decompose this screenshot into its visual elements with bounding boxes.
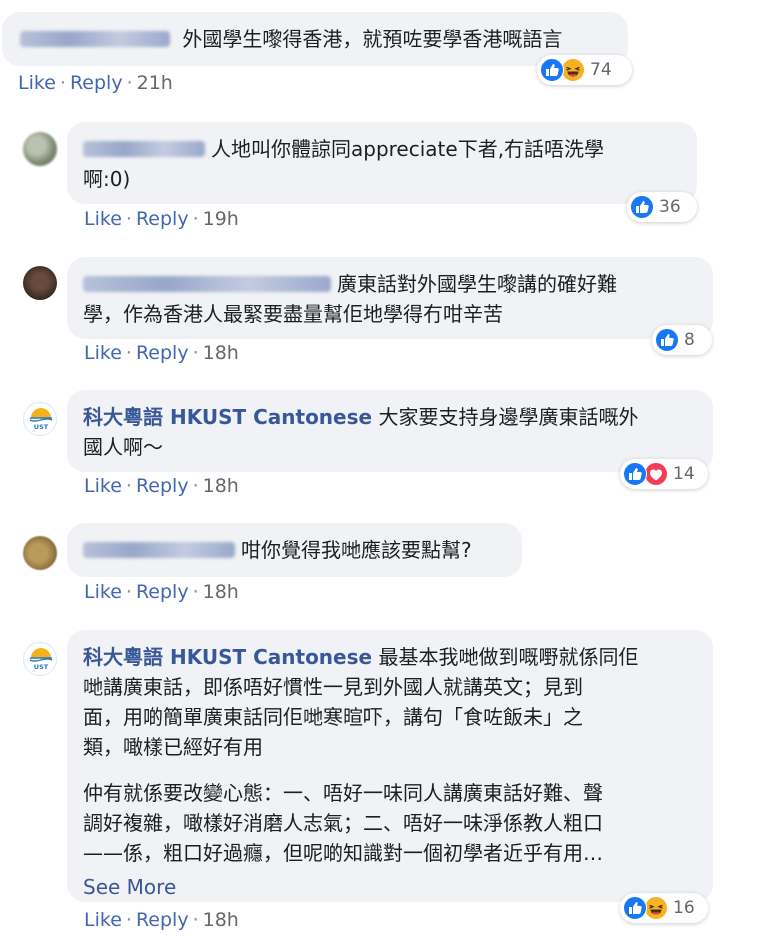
reactions-badge[interactable]: 16: [620, 893, 708, 923]
like-icon: [540, 58, 564, 82]
comment-bubble: 咁你覺得我哋應該要點幫?: [67, 523, 522, 577]
comment-meta: Like · Reply · 21h: [18, 72, 173, 94]
timestamp[interactable]: 18h: [203, 909, 239, 931]
comment-text: 啊:0): [83, 167, 131, 191]
comment-bubble: 人地叫你體諒同appreciate下者,冇話唔洗學 啊:0): [67, 122, 697, 204]
comment-text: 仲有就係要改變心態：一、唔好一味同人講廣東話好難、聲: [83, 781, 603, 805]
comment-text: ——係，粗口好過癮，但呢啲知識對一個初學者近乎有用…: [83, 841, 603, 865]
avatar[interactable]: [23, 266, 57, 300]
comment-meta: Like · Reply · 19h: [84, 208, 239, 230]
reaction-count: 16: [673, 898, 695, 918]
reactions-badge[interactable]: 8: [652, 325, 712, 355]
like-link[interactable]: Like: [84, 581, 122, 603]
author-name[interactable]: 科大粵語 HKUST Cantonese: [83, 645, 372, 669]
comment-bubble: 科大粵語 HKUST Cantonese 最基本我哋做到嘅嘢就係同佢 哋講廣東話…: [67, 630, 713, 902]
timestamp[interactable]: 18h: [203, 581, 239, 603]
reply-link[interactable]: Reply: [70, 72, 123, 94]
timestamp[interactable]: 18h: [203, 475, 239, 497]
reaction-count: 36: [659, 197, 681, 217]
love-icon: [644, 462, 668, 486]
comment-bubble: 科大粵語 HKUST Cantonese 大家要支持身邊學廣東話嘅外 國人啊～: [67, 390, 713, 472]
comment-text: 哋講廣東話，即係唔好慣性一見到外國人就講英文；見到: [83, 675, 583, 699]
commenter-name[interactable]: [83, 542, 235, 558]
comment-text: 最基本我哋做到嘅嘢就係同佢: [378, 645, 639, 669]
reactions-badge[interactable]: 14: [620, 459, 708, 489]
haha-icon: [561, 58, 585, 82]
like-link[interactable]: Like: [84, 342, 122, 364]
like-icon: [630, 195, 654, 219]
comment-meta: Like · Reply · 18h: [84, 342, 239, 364]
hkust-logo-avatar[interactable]: [23, 402, 57, 436]
see-more-link[interactable]: See More: [83, 875, 176, 899]
haha-icon: [644, 896, 668, 920]
reply-link[interactable]: Reply: [136, 475, 189, 497]
hkust-logo-avatar[interactable]: [23, 642, 57, 676]
comment-text: 咁你覺得我哋應該要點幫?: [241, 538, 472, 562]
like-link[interactable]: Like: [18, 72, 56, 94]
comment-text: 外國學生嚟得香港，就預咗要學香港嘅語言: [182, 27, 563, 51]
reply-link[interactable]: Reply: [136, 581, 189, 603]
timestamp[interactable]: 19h: [203, 208, 239, 230]
like-icon: [623, 462, 647, 486]
reaction-count: 8: [684, 330, 695, 350]
like-icon: [623, 896, 647, 920]
timestamp[interactable]: 18h: [203, 342, 239, 364]
comment-text: 人地叫你體諒同appreciate下者,冇話唔洗學: [211, 137, 605, 161]
comment-text: 類，噉樣已經好有用: [83, 735, 263, 759]
reply-link[interactable]: Reply: [136, 909, 189, 931]
like-icon: [655, 328, 679, 352]
reactions-badge[interactable]: 36: [627, 192, 697, 222]
comment-text: 調好複雜，噉樣好消磨人志氣；二、唔好一味淨係教人粗口: [83, 811, 603, 835]
avatar[interactable]: [23, 536, 57, 570]
comment-text: 廣東話對外國學生嚟講的確好難: [337, 272, 617, 296]
reactions-badge[interactable]: 74: [537, 55, 632, 85]
comment-text: 學，作為香港人最緊要盡量幫佢地學得冇咁辛苦: [83, 302, 503, 326]
like-link[interactable]: Like: [84, 909, 122, 931]
reaction-count: 74: [590, 60, 612, 80]
timestamp[interactable]: 21h: [137, 72, 173, 94]
comment-meta: Like · Reply · 18h: [84, 909, 239, 931]
avatar[interactable]: [23, 132, 57, 166]
comment-meta: Like · Reply · 18h: [84, 581, 239, 603]
reply-link[interactable]: Reply: [136, 208, 189, 230]
comment-bubble: 外國學生嚟得香港，就預咗要學香港嘅語言: [2, 12, 628, 66]
reaction-count: 14: [673, 464, 695, 484]
comment-text: 國人啊～: [83, 435, 163, 459]
like-link[interactable]: Like: [84, 475, 122, 497]
commenter-name[interactable]: [83, 276, 331, 292]
reply-link[interactable]: Reply: [136, 342, 189, 364]
author-name[interactable]: 科大粵語 HKUST Cantonese: [83, 405, 372, 429]
comment-bubble: 廣東話對外國學生嚟講的確好難 學，作為香港人最緊要盡量幫佢地學得冇咁辛苦: [67, 257, 713, 339]
commenter-name[interactable]: [20, 31, 170, 47]
comment-meta: Like · Reply · 18h: [84, 475, 239, 497]
comment-text: 大家要支持身邊學廣東話嘅外: [378, 405, 639, 429]
comment-text: 面，用啲簡單廣東話同佢哋寒暄吓，講句「食咗飯未」之: [83, 705, 583, 729]
commenter-name[interactable]: [83, 141, 205, 157]
like-link[interactable]: Like: [84, 208, 122, 230]
